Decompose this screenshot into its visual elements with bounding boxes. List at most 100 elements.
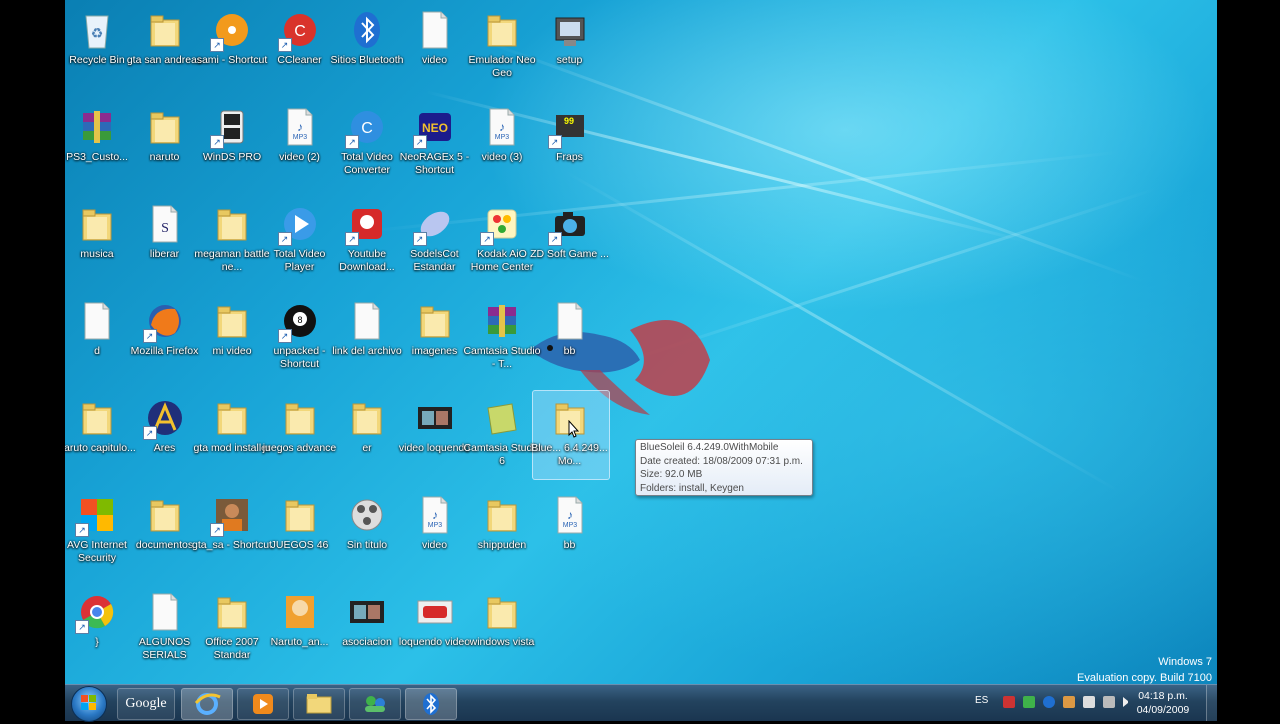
desktop-icon[interactable]: naruto — [133, 101, 197, 185]
desktop-icon[interactable]: Emulador Neo Geo — [468, 4, 536, 88]
setup-icon — [550, 10, 590, 50]
messenger-icon — [365, 696, 385, 712]
desktop-icon[interactable]: link del archivo — [332, 295, 402, 379]
svg-text:NEO: NEO — [421, 121, 447, 135]
show-desktop-button[interactable] — [1206, 685, 1217, 721]
shortcut-arrow-icon: ↗ — [277, 232, 292, 246]
desktop-icon[interactable]: PS3_Custo... — [65, 101, 129, 185]
file-tooltip: BlueSoleil 6.4.249.0WithMobile Date crea… — [635, 439, 813, 496]
camera-icon: ↗ — [547, 204, 590, 246]
desktop-icon[interactable]: NEO ↗ NeoRAGEx 5 - Shortcut — [400, 101, 469, 185]
google-toolbar-button[interactable]: Google — [117, 688, 175, 720]
desktop-icon[interactable]: ↗ gta_sa - Shortcut — [192, 489, 272, 573]
desktop-icon[interactable]: musica — [65, 198, 129, 282]
desktop-icon[interactable]: 99 ↗ Fraps — [538, 101, 602, 185]
desktop-icon[interactable]: Camtasia Studio - T... — [463, 295, 541, 379]
script-icon: S — [145, 204, 185, 244]
desktop-icon[interactable]: MP3 ♪ video (2) — [268, 101, 332, 185]
desktop-icon[interactable]: ALGUNOS SERIALS — [133, 586, 197, 670]
desktop-icon[interactable]: shippuden — [470, 489, 534, 573]
desktop-icon[interactable]: ↗} — [65, 586, 129, 670]
taskbar-item-bluetooth[interactable] — [405, 688, 457, 720]
shortcut-arrow-icon: ↗ — [75, 620, 89, 634]
desktop-icon[interactable]: er — [335, 392, 399, 476]
desktop-icon[interactable]: ↗ Kodak AiO Home Center — [470, 198, 534, 282]
disc-icon: ↗ — [210, 10, 252, 52]
folder-icon — [482, 495, 522, 535]
desktop-icon[interactable]: asociacion — [335, 586, 399, 670]
desktop-icon-grid: ♻ Recycle Bin gta san andreas ↗ sami - Short… — [65, 0, 625, 680]
desktop-icon[interactable]: gta san andreas — [127, 4, 202, 88]
ccleaner-icon: C ↗ — [277, 10, 320, 52]
shortcut-arrow-icon: ↗ — [412, 232, 427, 246]
shortcut-arrow-icon: ↗ — [480, 232, 494, 246]
desktop-icon[interactable]: MP3 ♪ video — [403, 489, 467, 573]
folder-icon — [145, 10, 185, 50]
bluetooth-icon — [347, 10, 387, 50]
folder-icon — [482, 10, 522, 50]
desktop-icon[interactable]: ↗ sami - Shortcut — [197, 4, 267, 88]
desktop-icon[interactable]: Sin titulo — [335, 489, 399, 573]
desktop-icon[interactable]: 8 ↗ unpacked - Shortcut — [268, 295, 332, 379]
desktop-icon[interactable]: ♻ Recycle Bin — [65, 4, 129, 88]
antivirus-tray-icon[interactable] — [1003, 696, 1015, 708]
desktop-icon[interactable]: Camtasia Studio 6 — [463, 392, 541, 476]
taskbar: Google ES 04:18 p.m. 04/09/2009 — [65, 684, 1217, 722]
desktop-icon[interactable]: video loquendo — [399, 392, 470, 476]
desktop-icon[interactable]: ↗ WinDS PRO — [200, 101, 264, 185]
desktop-icon[interactable]: documentos — [133, 489, 197, 573]
desktop[interactable]: ♻ Recycle Bin gta san andreas ↗ sami - Short… — [65, 0, 1217, 684]
desktop-icon[interactable]: Sitios Bluetooth — [331, 4, 403, 88]
taskbar-item-internet-explorer[interactable] — [181, 688, 233, 720]
file-icon — [77, 301, 117, 341]
shortcut-arrow-icon: ↗ — [345, 232, 359, 246]
desktop-icon[interactable]: JUEGOS 46 — [268, 489, 332, 573]
desktop-icon[interactable]: loquendo video — [399, 586, 470, 670]
folder-icon — [280, 495, 320, 535]
network-tray-icon[interactable] — [1023, 696, 1035, 708]
desktop-icon[interactable]: d — [65, 295, 129, 379]
desktop-icon[interactable]: ↗ Ares — [133, 392, 197, 476]
svg-text:♪: ♪ — [499, 120, 505, 134]
desktop-icon[interactable]: ↗ Youtube Download... — [335, 198, 399, 282]
action-center-icon[interactable] — [1083, 696, 1095, 708]
desktop-icon[interactable]: juegos advance — [263, 392, 336, 476]
desktop-icon[interactable]: C ↗ Total Video Converter — [335, 101, 399, 185]
desktop-icon[interactable]: MP3 ♪ video (3) — [470, 101, 534, 185]
desktop-icon[interactable]: naruto capitulo... — [65, 392, 136, 476]
start-button[interactable] — [71, 686, 107, 722]
desktop-icon[interactable]: ↗ AVG Internet Security — [65, 489, 129, 573]
desktop-icon[interactable]: imagenes — [403, 295, 467, 379]
language-indicator[interactable]: ES — [975, 695, 988, 706]
desktop-icon[interactable]: Sliberar — [133, 198, 197, 282]
svg-text:♻: ♻ — [91, 25, 104, 41]
power-icon[interactable] — [1103, 696, 1115, 708]
chrome-icon: ↗ — [75, 592, 117, 634]
desktop-icon[interactable]: megaman battle ne... — [194, 198, 270, 282]
folder-icon — [306, 694, 332, 714]
desktop-icon[interactable]: ↗ SodelsCot Estandar — [403, 198, 467, 282]
taskbar-item-messenger[interactable] — [349, 688, 401, 720]
mp3-icon: MP3 ♪ — [415, 495, 455, 535]
desktop-icon[interactable]: video — [403, 4, 467, 88]
file-icon — [347, 301, 387, 341]
desktop-icon[interactable]: Office 2007 Standar — [200, 586, 264, 670]
clock[interactable]: 04:18 p.m. 04/09/2009 — [1133, 689, 1193, 717]
avg-tray-icon[interactable] — [1063, 696, 1075, 708]
desktop-icon[interactable]: MP3 ♪ bb — [538, 489, 602, 573]
desktop-icon[interactable]: Naruto_an... — [268, 586, 332, 670]
desktop-icon[interactable]: gta mod installer — [193, 392, 271, 476]
desktop-icon[interactable]: C ↗ CCleaner — [268, 4, 332, 88]
desktop-icon[interactable]: setup — [538, 4, 602, 88]
taskbar-item-windows-explorer[interactable] — [293, 688, 345, 720]
watermark-line: Windows 7 — [1158, 656, 1212, 668]
desktop-icon[interactable]: ↗ Total Video Player — [268, 198, 332, 282]
volume-icon[interactable] — [1123, 697, 1133, 707]
desktop-icon[interactable]: windows vista — [470, 586, 534, 670]
desktop-icon[interactable]: bb — [538, 295, 602, 379]
desktop-icon[interactable]: ↗ ZD Soft Game ... — [530, 198, 609, 282]
taskbar-item-media-player[interactable] — [237, 688, 289, 720]
bluetooth-tray-icon[interactable] — [1043, 696, 1055, 708]
desktop-icon[interactable]: ↗ Mozilla Firefox — [131, 295, 198, 379]
desktop-icon[interactable]: mi video — [200, 295, 264, 379]
